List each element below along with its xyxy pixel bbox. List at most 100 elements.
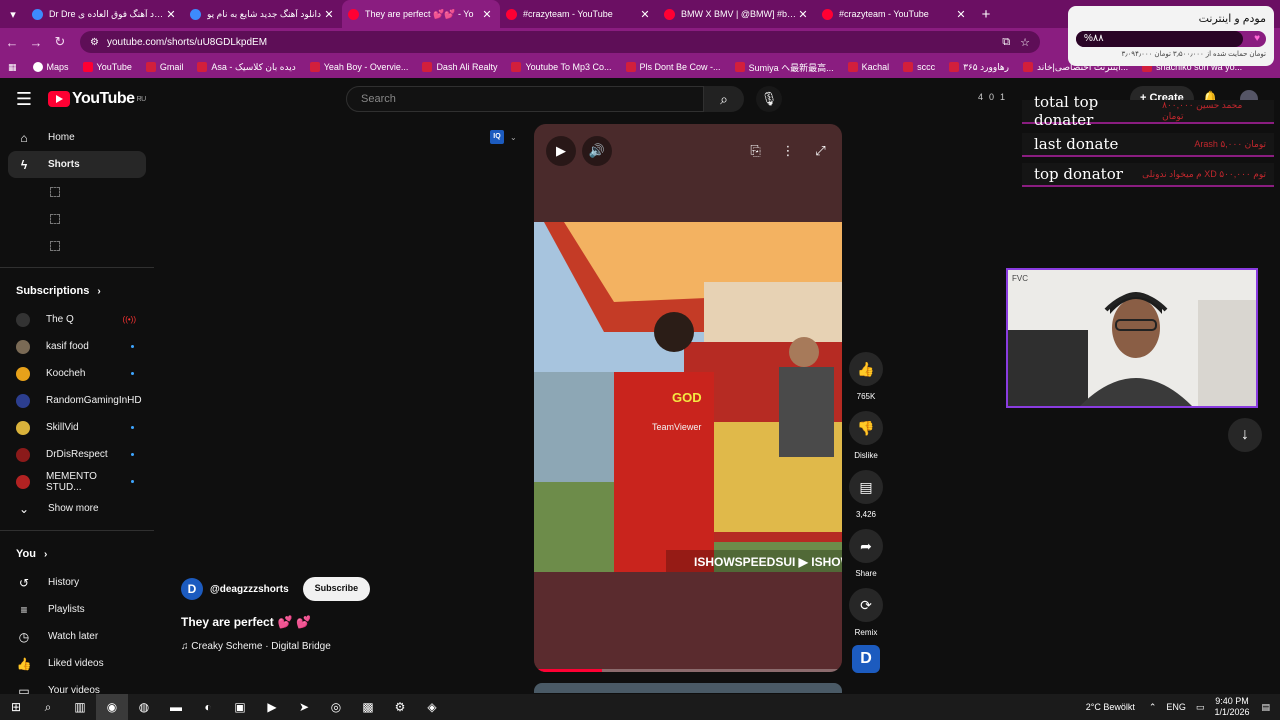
task-view-icon[interactable]: ▥ [64,694,96,720]
bookmark-item[interactable]: Gmail [145,61,183,74]
chat-app-icon[interactable]: ▩ [352,694,384,720]
tab-close-icon[interactable]: ✕ [164,8,178,21]
next-video-arrow-icon[interactable]: ↓ [1228,418,1262,452]
notification-icon[interactable]: ▤ [1261,702,1270,713]
channel-handle[interactable]: @deagzzzshorts [210,584,289,595]
show-more-button[interactable]: ⌄ Show more [0,495,154,522]
network-icon[interactable]: ▭ [1196,702,1205,713]
monitor-app-icon[interactable]: ▣ [224,694,256,720]
search-icon[interactable]: ⌕ [704,86,744,112]
bookmark-item[interactable]: Maps [32,61,69,74]
sidebar-item-label: Home [48,132,75,143]
channel-badge-icon[interactable]: D [852,645,880,673]
screen: ▾ Dr Dre دانلود آهنگ فوق العاده ی ✕ دانلود… [0,0,1280,720]
subscription-item[interactable]: RandomGamingInHD [0,387,154,414]
iq-extension-badge[interactable]: IQ ⌄ [490,130,517,144]
bookmark-item[interactable]: Kachal [847,61,889,74]
tab-search-icon[interactable]: ▾ [0,8,26,21]
tab-close-icon[interactable]: ✕ [796,8,810,21]
tab-close-icon[interactable]: ✕ [322,8,336,21]
address-bar[interactable]: ⚙ youtube.com/shorts/uU8GDLkpdEM ⧉ ☆ [80,31,1040,53]
tray-chevron-icon[interactable]: ⌃ [1149,702,1157,713]
subscriptions-header[interactable]: Subscriptions › [0,276,154,306]
search-input[interactable]: Search [346,86,704,112]
sidebar-item-history[interactable]: ↺ History [0,569,154,596]
browser-tab[interactable]: #crazyteam - YouTube ✕ [500,0,658,28]
bookmark-item[interactable]: Youtube To Mp3 Co... [511,61,612,74]
share-button[interactable]: ➦ Share [848,529,884,578]
subscription-item[interactable]: DrDisRespect [0,441,154,468]
reload-icon[interactable]: ↻ [48,34,72,50]
youtube-logo[interactable]: YouTube RU [48,90,146,108]
captions-icon[interactable]: ⎘ [750,143,760,159]
weather-widget[interactable]: 2°C Bewölkt [1086,702,1135,712]
forward-icon[interactable]: → [24,35,48,50]
microphone-icon[interactable]: 🎙 [756,86,782,112]
sidebar-item-watch-later[interactable]: ◷ Watch later [0,623,154,650]
subscription-item[interactable]: SkillVid [0,414,154,441]
progress-bar[interactable] [534,669,842,672]
browser-tab[interactable]: Dr Dre دانلود آهنگ فوق العاده ی ✕ [26,0,184,28]
more-options-icon[interactable]: ⋮ [781,143,794,159]
tab-close-icon[interactable]: ✕ [480,8,494,21]
browser-tab[interactable]: They are perfect 💕💕 - Yo ✕ [342,0,500,28]
subscribe-button[interactable]: Subscribe [302,577,371,601]
bookmark-item[interactable]: Asa - دیده بان کلاسیک [197,61,296,74]
channel-avatar[interactable]: D [181,578,203,600]
bookmark-star-icon[interactable]: ☆ [1020,36,1030,49]
shorts-player[interactable]: GOD TeamViewer ISHOWSPEEDSUI ▶ ISHOWSPE … [534,124,842,672]
bookmark-item[interactable]: Dash Ali Realty [422,61,497,74]
language-indicator[interactable]: ENG [1166,702,1186,712]
site-info-icon[interactable]: ⚙ [90,37,99,48]
dislike-button[interactable]: 👎 Dislike [848,411,884,460]
video-frame[interactable]: GOD TeamViewer ISHOWSPEEDSUI ▶ ISHOWSPE [534,222,842,572]
video-editor-icon[interactable]: ▶ [256,694,288,720]
browser-tab[interactable]: دانلود آهنگ جدید شایع به نام یو ✕ [184,0,342,28]
sidebar-item-home[interactable]: ⌂ Home [0,124,154,151]
file-explorer-icon[interactable]: ▬ [160,694,192,720]
volume-icon[interactable]: 🔊 [582,136,612,166]
tab-close-icon[interactable]: ✕ [638,8,652,21]
clock[interactable]: 9:40 PM 1/1/2026 [1214,696,1249,718]
bookmark-item[interactable]: YouTube [82,61,132,74]
remix-button[interactable]: ⟳ Remix [848,588,884,637]
taskbar-search-icon[interactable]: ⌕ [32,694,64,720]
bookmark-item[interactable]: Pls Dont Be Cow -... [625,61,721,74]
browser-app-icon[interactable]: ◈ [416,694,448,720]
browser-tab[interactable]: BMW X BMV | @BMW] #bmw ✕ [658,0,816,28]
bookmark-item[interactable]: رها‌وورد ۳۶۵ [949,61,1009,74]
camera-app-icon[interactable]: ◎ [320,694,352,720]
bookmark-item[interactable]: Sumiya ヘ最新最高... [734,61,834,74]
audio-track-link[interactable]: ♫ Creaky Scheme · Digital Bridge [181,641,521,652]
pointer-app-icon[interactable]: ➤ [288,694,320,720]
sidebar-item-shorts[interactable]: ϟ Shorts [8,151,146,178]
bookmark-item[interactable]: Yeah Boy - Overvie... [309,61,408,74]
like-button[interactable]: 👍 765K [848,352,884,401]
comments-button[interactable]: ▤ 3,426 [848,470,884,519]
subscription-item[interactable]: The Q ((•)) [0,306,154,333]
tab-close-icon[interactable]: ✕ [954,8,968,21]
install-icon[interactable]: ⧉ [1002,36,1010,49]
windows-start-icon[interactable]: ⊞ [0,694,32,720]
tab-title: Dr Dre دانلود آهنگ فوق العاده ی [49,8,164,19]
browser-tab[interactable]: #crazyteam - YouTube ✕ [816,0,974,28]
bookmark-item[interactable]: sccc [903,61,935,74]
firefox-icon[interactable]: ◍ [128,694,160,720]
sidebar-item-liked-videos[interactable]: 👍 Liked videos [0,650,154,677]
chrome-icon[interactable]: ◉ [96,694,128,720]
subscription-item[interactable]: MEMENTO STUD... [0,468,154,495]
back-icon[interactable]: ← [0,35,24,50]
apps-icon[interactable]: ▦ [8,62,17,73]
subscription-item[interactable]: Koocheh [0,360,154,387]
new-tab-button[interactable]: + [974,6,998,23]
steam-icon[interactable]: ◐ [192,694,224,720]
subscription-item[interactable]: kasif food [0,333,154,360]
you-header[interactable]: You › [0,539,154,569]
next-short-preview[interactable] [534,683,842,693]
sidebar-item-playlists[interactable]: ≡ Playlists [0,596,154,623]
menu-icon[interactable]: ☰ [0,89,48,110]
bookmark-label: Asa - دیده بان کلاسیک [211,61,296,72]
settings-icon[interactable]: ⚙ [384,694,416,720]
fullscreen-icon[interactable]: ⤢ [815,143,825,159]
play-button[interactable]: ▶ [546,136,576,166]
